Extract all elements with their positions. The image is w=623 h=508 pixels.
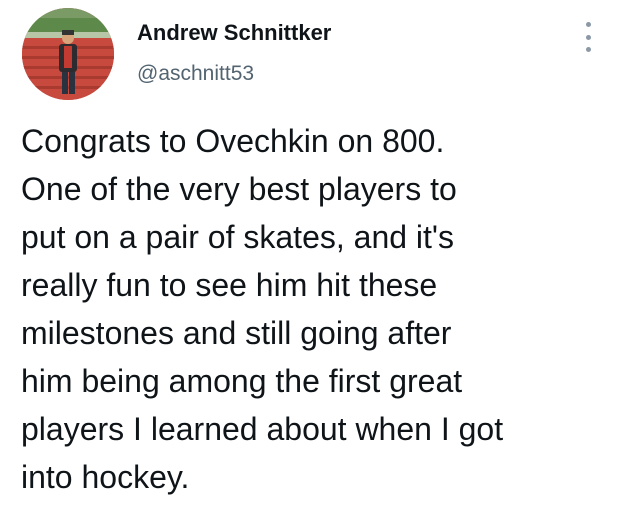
tweet-text-line: players I learned about when I got: [21, 411, 504, 447]
more-options-icon[interactable]: [578, 20, 598, 54]
author-name[interactable]: Andrew Schnittker: [137, 20, 331, 46]
more-dot: [585, 22, 591, 27]
author-handle[interactable]: @aschnitt53: [137, 62, 254, 86]
tweet-text-line: put on a pair of skates, and it's: [21, 219, 455, 255]
tweet-text-line: Congrats to Ovechkin on 800.: [21, 123, 445, 159]
more-dot: [585, 47, 591, 52]
avatar[interactable]: [22, 8, 114, 100]
tweet-text-line: him being among the first great: [21, 363, 463, 399]
tweet-text-line: milestones and still going after: [21, 315, 452, 351]
tweet-text-line: One of the very best players to: [21, 171, 457, 207]
profile-photo-image: [22, 8, 114, 100]
more-dot: [585, 34, 591, 40]
tweet-text-line: into hockey.: [21, 459, 190, 495]
tweet-card: Andrew Schnittker @aschnitt53 Congrats t…: [0, 0, 623, 508]
tweet-text-line: really fun to see him hit these: [21, 267, 438, 303]
tweet-text: Congrats to Ovechkin on 800. One of the …: [21, 117, 611, 501]
